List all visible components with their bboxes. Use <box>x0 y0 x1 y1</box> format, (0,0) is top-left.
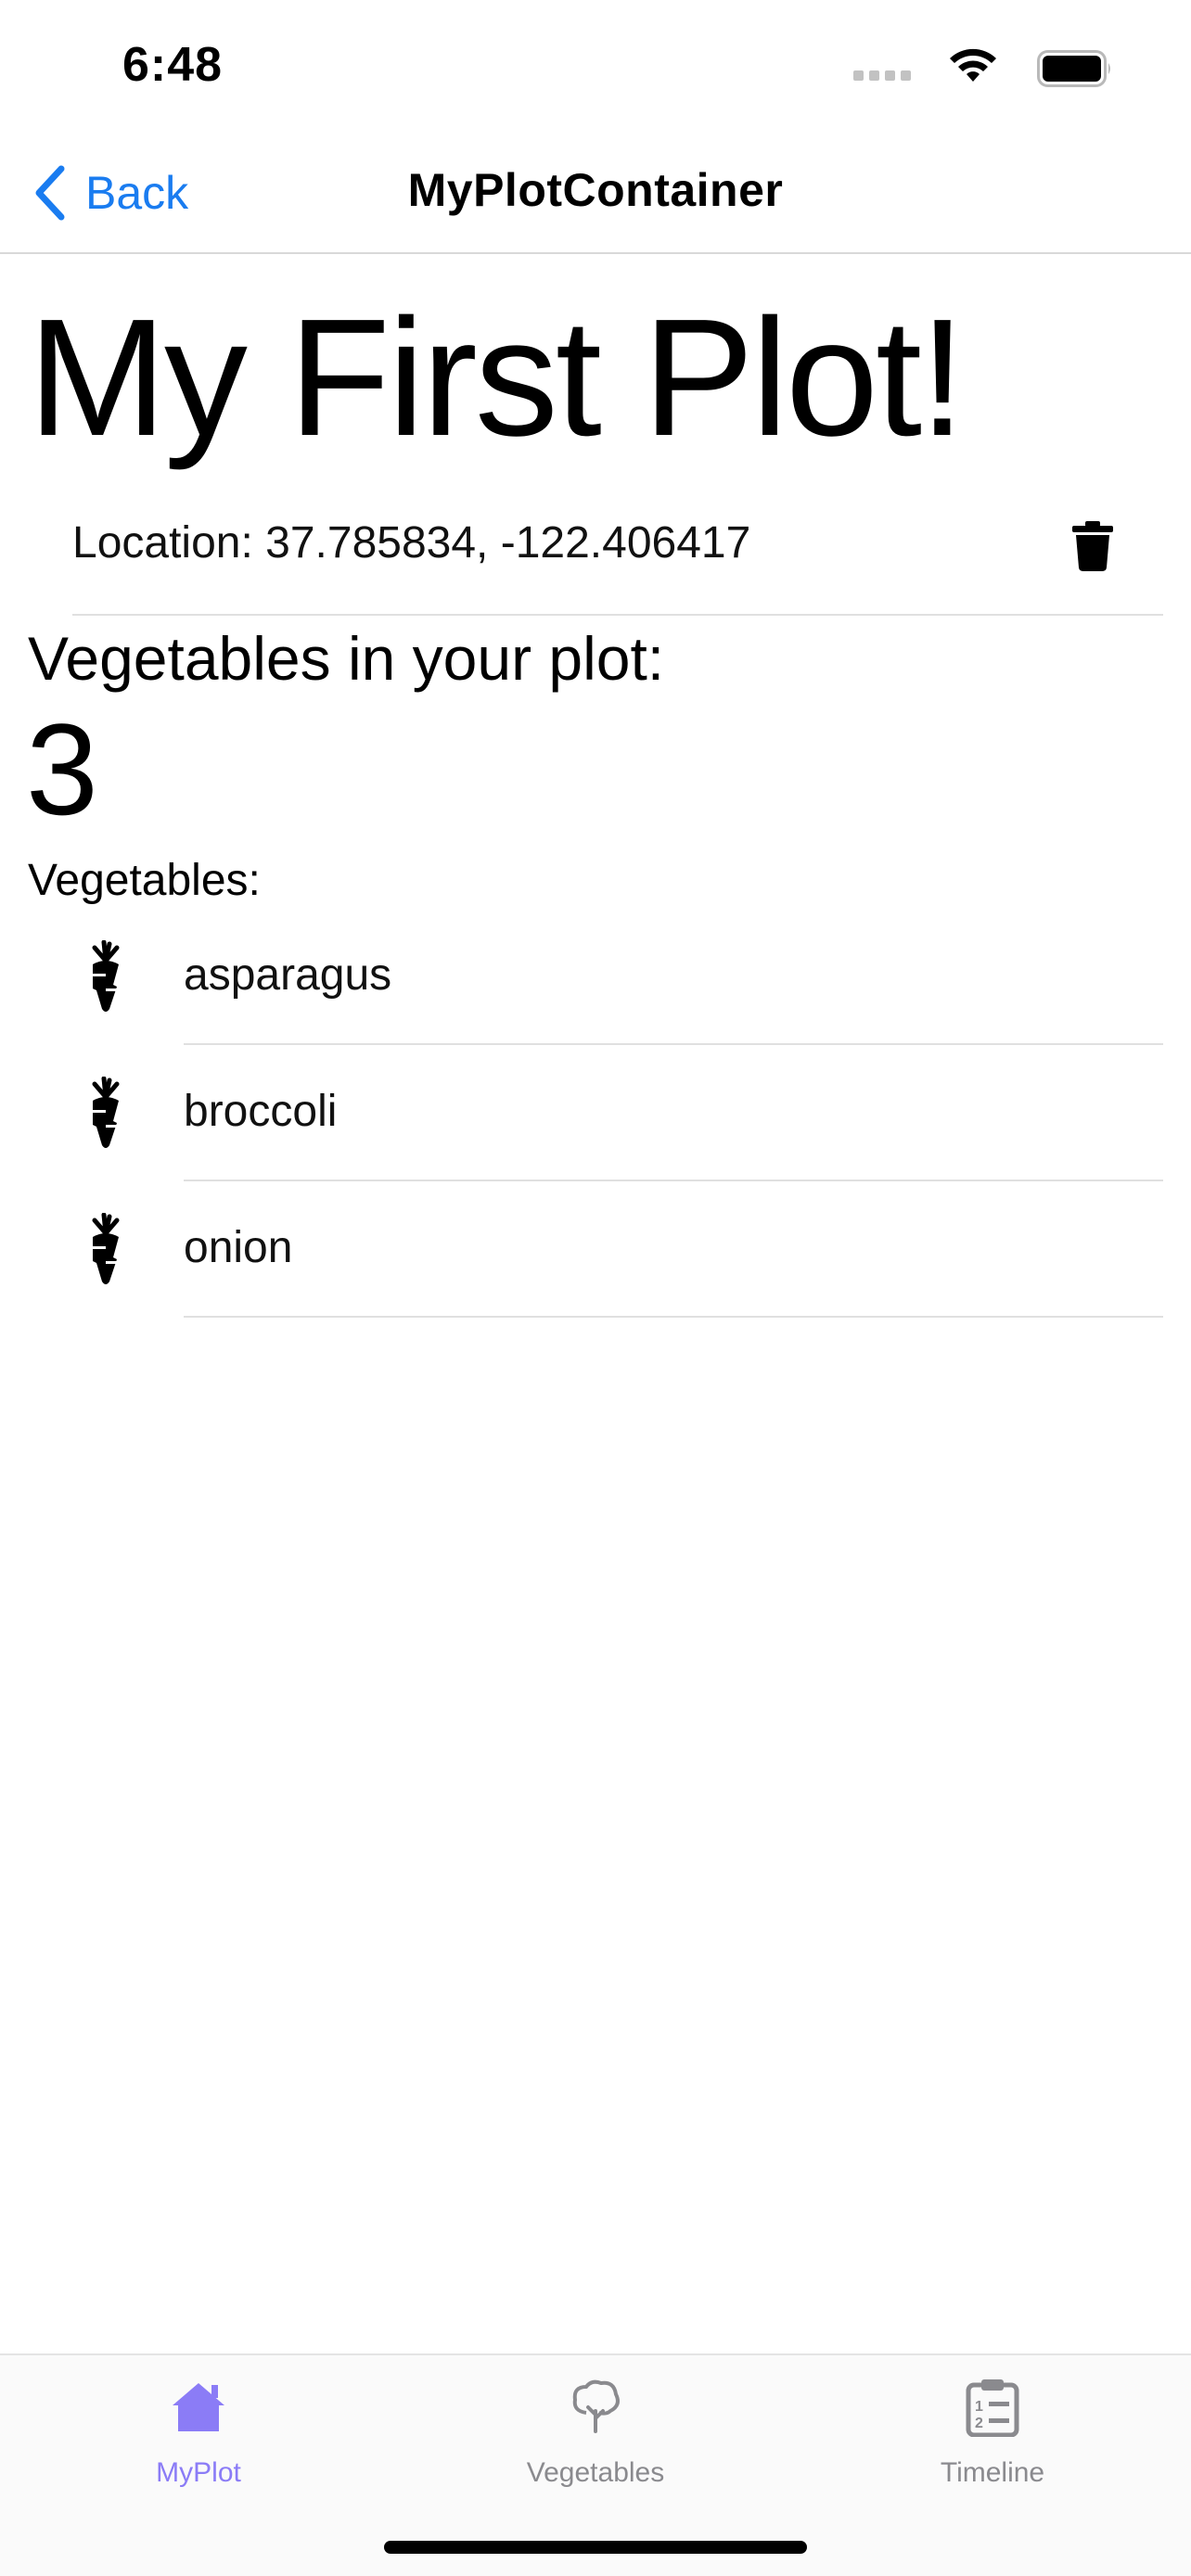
vegetable-list: asparagus broccoli onion <box>0 909 1191 1318</box>
tab-label: Vegetables <box>526 2457 665 2488</box>
home-indicator[interactable] <box>384 2541 807 2554</box>
wifi-icon <box>950 48 996 82</box>
tab-timeline[interactable]: 1 2 Timeline <box>794 2355 1191 2513</box>
vegetable-count-label: Vegetables in your plot: <box>28 624 665 693</box>
vegetable-name: broccoli <box>184 1087 338 1136</box>
carrot-icon <box>92 940 120 1012</box>
page-title: My First Plot! <box>28 285 966 471</box>
vegetable-name: onion <box>184 1223 293 1272</box>
list-item[interactable]: asparagus <box>0 909 1191 1045</box>
list-clipboard-icon: 1 2 <box>966 2379 1019 2437</box>
tab-label: MyPlot <box>156 2457 241 2488</box>
tab-myplot[interactable]: MyPlot <box>0 2355 397 2513</box>
nav-title: MyPlotContainer <box>407 164 784 216</box>
location-text: Location: 37.785834, -122.406417 <box>72 518 751 567</box>
status-bar: 6:48 <box>0 0 1191 130</box>
tab-label: Timeline <box>940 2457 1045 2488</box>
svg-text:1: 1 <box>975 2399 983 2415</box>
house-icon <box>173 2383 224 2431</box>
trash-icon[interactable] <box>1072 521 1113 571</box>
carrot-icon <box>92 1213 120 1284</box>
vegetable-list-label: Vegetables: <box>28 856 261 905</box>
divider <box>184 1316 1163 1318</box>
vegetable-count: 3 <box>26 696 98 842</box>
tree-icon <box>572 2379 620 2433</box>
status-time: 6:48 <box>122 38 224 92</box>
svg-text:2: 2 <box>975 2416 983 2431</box>
tab-vegetables[interactable]: Vegetables <box>397 2355 794 2513</box>
cellular-signal-icon <box>853 70 911 81</box>
list-item[interactable]: broccoli <box>0 1045 1191 1181</box>
navigation-bar: Back MyPlotContainer <box>0 130 1191 254</box>
carrot-icon <box>92 1077 120 1148</box>
vegetable-name: asparagus <box>184 950 392 1000</box>
location-row: Location: 37.785834, -122.406417 <box>72 495 1163 616</box>
list-item[interactable]: onion <box>0 1181 1191 1318</box>
battery-icon <box>1037 50 1110 87</box>
